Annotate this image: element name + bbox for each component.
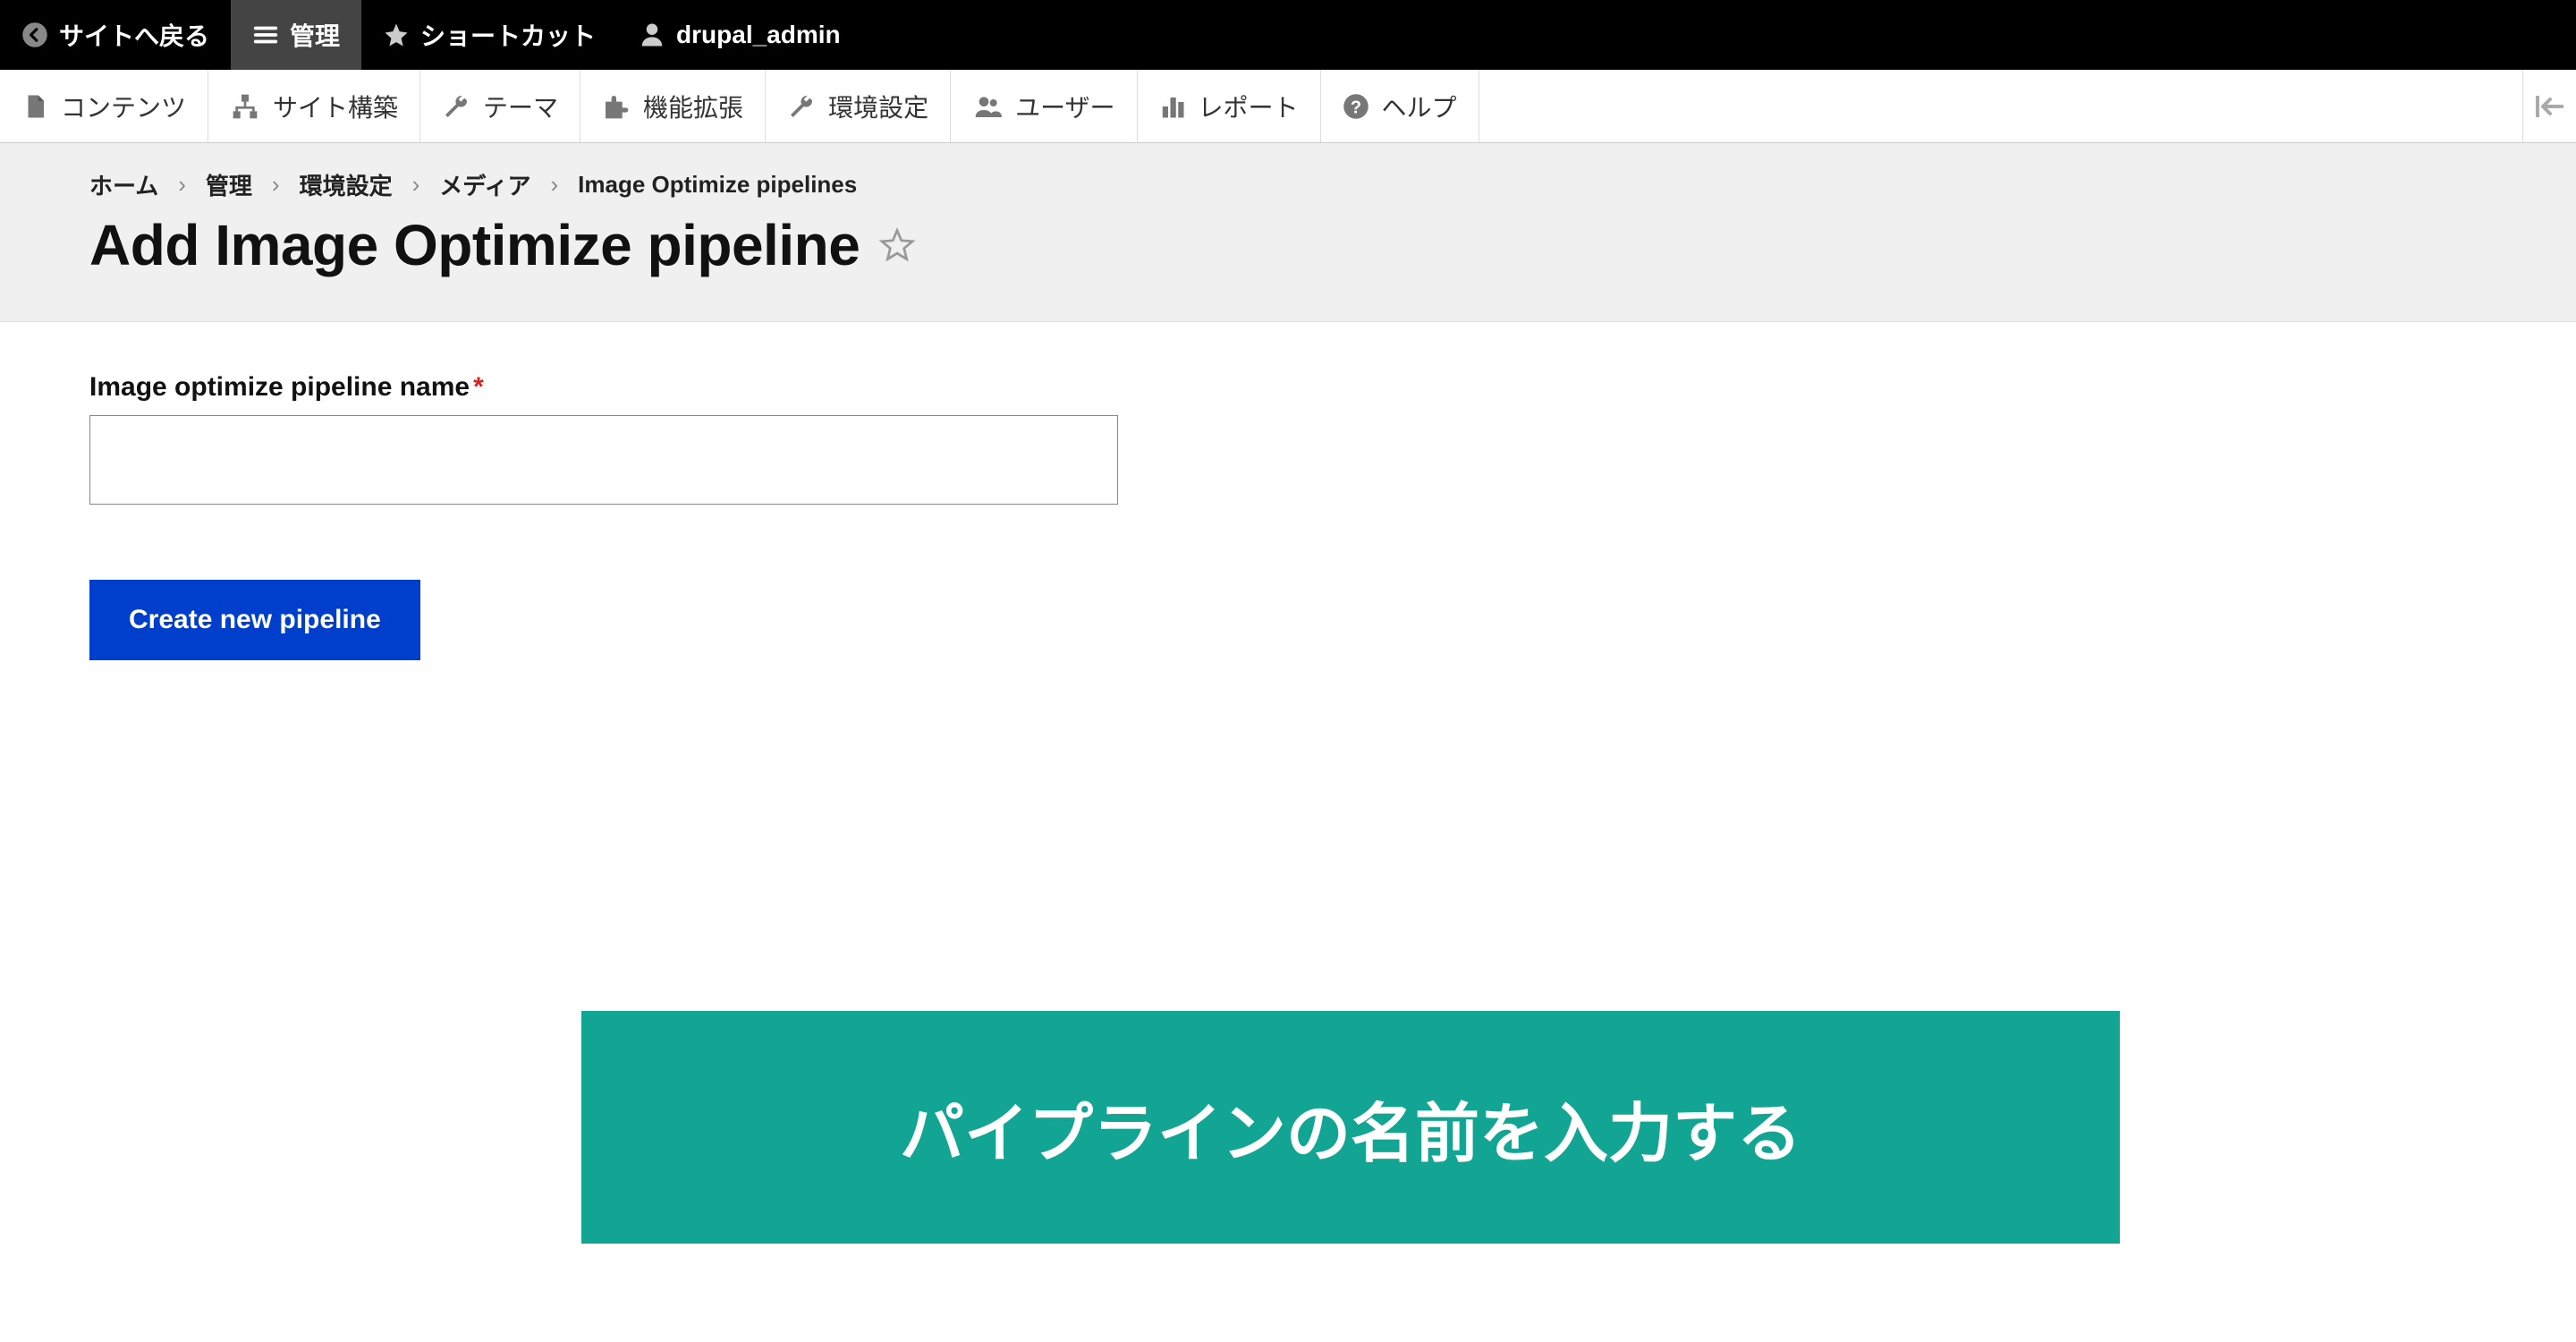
breadcrumb-separator: › <box>550 171 558 199</box>
pipeline-name-input[interactable] <box>89 415 1118 505</box>
document-icon <box>21 92 48 121</box>
puzzle-icon <box>602 92 631 121</box>
breadcrumb-pipelines[interactable]: Image Optimize pipelines <box>578 171 857 199</box>
required-indicator: * <box>473 372 484 402</box>
admin-item-label: ユーザー <box>1015 89 1114 124</box>
hamburger-icon <box>252 21 279 48</box>
admin-item-structure[interactable]: サイト構築 <box>208 70 420 142</box>
page-title-row: Add Image Optimize pipeline <box>89 212 2487 278</box>
page-title: Add Image Optimize pipeline <box>89 212 860 278</box>
admin-item-help[interactable]: ? ヘルプ <box>1321 70 1479 142</box>
field-label-text: Image optimize pipeline name <box>89 372 470 402</box>
breadcrumb-home[interactable]: ホーム <box>89 168 158 201</box>
admin-item-label: コンテンツ <box>61 89 186 124</box>
create-pipeline-button[interactable]: Create new pipeline <box>89 580 420 660</box>
collapse-arrow-icon <box>2536 96 2564 117</box>
svg-text:?: ? <box>1350 98 1360 117</box>
back-to-site-link[interactable]: サイトへ戻る <box>0 0 231 70</box>
shortcuts-label: ショートカット <box>420 17 596 53</box>
back-arrow-icon <box>21 21 48 48</box>
admin-item-label: ヘルプ <box>1382 89 1457 124</box>
breadcrumb-separator: › <box>412 171 420 199</box>
add-shortcut-star-icon[interactable] <box>877 225 917 265</box>
back-to-site-label: サイトへ戻る <box>59 17 209 53</box>
admin-item-reports[interactable]: レポート <box>1138 70 1321 142</box>
breadcrumb-separator: › <box>272 171 280 199</box>
admin-menu: コンテンツ サイト構築 テーマ 機能拡張 環境設定 ユーザー レポート <box>0 70 2576 143</box>
breadcrumb: ホーム › 管理 › 環境設定 › メディア › Image Optimize … <box>89 168 2487 201</box>
breadcrumb-media[interactable]: メディア <box>439 168 530 201</box>
wrench-icon <box>442 92 470 121</box>
admin-item-label: 機能拡張 <box>643 89 743 124</box>
admin-item-content[interactable]: コンテンツ <box>0 70 208 142</box>
user-label: drupal_admin <box>676 21 841 49</box>
admin-item-label: サイト構築 <box>273 89 398 124</box>
admin-item-config[interactable]: 環境設定 <box>766 70 951 142</box>
breadcrumb-separator: › <box>178 171 186 199</box>
admin-item-appearance[interactable]: テーマ <box>420 70 580 142</box>
star-icon <box>383 21 410 48</box>
annotation-text: パイプラインの名前を入力する <box>900 1081 1801 1175</box>
help-icon: ? <box>1343 93 1369 120</box>
annotation-overlay: パイプラインの名前を入力する <box>581 1011 2120 1244</box>
user-icon <box>639 21 665 48</box>
pipeline-name-label: Image optimize pipeline name* <box>89 372 2487 403</box>
chart-icon <box>1159 92 1186 121</box>
manage-label: 管理 <box>290 17 340 53</box>
breadcrumb-config[interactable]: 環境設定 <box>300 168 393 201</box>
breadcrumb-admin[interactable]: 管理 <box>206 168 252 201</box>
user-menu[interactable]: drupal_admin <box>617 0 862 70</box>
admin-item-label: 環境設定 <box>828 89 928 124</box>
sitemap-icon <box>230 92 260 121</box>
toolbar-black: サイトへ戻る 管理 ショートカット drupal_admin <box>0 0 2576 70</box>
admin-item-label: テーマ <box>483 89 558 124</box>
admin-item-extend[interactable]: 機能拡張 <box>580 70 766 142</box>
admin-item-label: レポート <box>1199 89 1299 124</box>
page-header: ホーム › 管理 › 環境設定 › メディア › Image Optimize … <box>0 143 2576 322</box>
wrench2-icon <box>787 92 816 121</box>
toolbar-collapse-button[interactable] <box>2522 70 2576 142</box>
people-icon <box>972 92 1003 121</box>
pipeline-name-field: Image optimize pipeline name* <box>89 372 2487 505</box>
main-content: Image optimize pipeline name* Create new… <box>0 322 2576 710</box>
manage-toggle[interactable]: 管理 <box>231 0 361 70</box>
shortcuts-link[interactable]: ショートカット <box>361 0 617 70</box>
admin-item-people[interactable]: ユーザー <box>951 70 1137 142</box>
